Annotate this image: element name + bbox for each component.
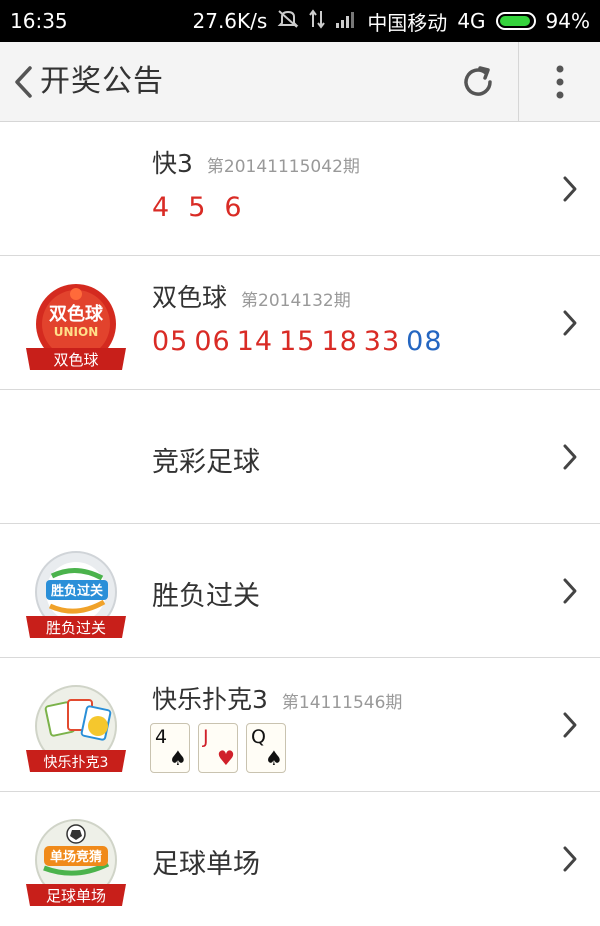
card-rank: J — [203, 726, 209, 748]
red-ball: 14 — [236, 326, 274, 357]
ssq-logo-icon: 双色球 UNION 双色球 — [26, 284, 126, 370]
sfgg-ribbon-text: 胜负过关 — [46, 619, 106, 637]
lottery-name: 双色球 第2014132期 — [152, 278, 351, 314]
red-ball: 05 — [152, 326, 189, 357]
lottery-row-klpk3[interactable]: 快乐扑克3 快乐扑克3 第14111546期 4 ♠ J ♥ Q ♠ — [0, 658, 600, 792]
chevron-right-icon — [563, 578, 577, 604]
data-transfer-icon — [309, 8, 326, 34]
refresh-button[interactable] — [452, 58, 504, 106]
status-bar: 16:35 27.6K/s 中国移动 4G 94% — [0, 0, 600, 42]
lottery-name-text: 快3 — [152, 149, 193, 178]
sfgg-logo-mark: 胜负过关 — [51, 583, 103, 599]
number-ball: 6 — [224, 192, 243, 223]
lottery-name: 快乐扑克3 第14111546期 — [152, 680, 402, 716]
lottery-name-text: 双色球 — [152, 283, 228, 312]
lottery-row-zqdc[interactable]: 单场竞猜 足球单场 足球单场 — [0, 792, 600, 926]
red-ball: 06 — [194, 326, 231, 357]
poker-card: 4 ♠ — [150, 723, 190, 773]
ssq-logo-text: 双色球 — [49, 303, 104, 325]
issue-number: 第14111546期 — [281, 693, 403, 713]
klpk3-ribbon-text: 快乐扑克3 — [44, 755, 109, 771]
battery-icon — [495, 12, 536, 30]
zqdc-logo-mark: 单场竞猜 — [50, 849, 102, 865]
lottery-name: 足球单场 — [152, 849, 260, 880]
signal-icon — [335, 10, 357, 33]
lottery-row-jczq[interactable]: 竞彩足球 — [0, 390, 600, 524]
blue-ball: 08 — [406, 326, 443, 357]
network-speed: 27.6K/s — [192, 9, 268, 33]
poker-cards: 4 ♠ J ♥ Q ♠ — [150, 723, 286, 773]
number-ball: 5 — [188, 192, 207, 223]
mute-icon — [277, 9, 299, 34]
zqdc-logo-icon: 单场竞猜 足球单场 — [26, 819, 126, 906]
issue-number: 第20141115042期 — [206, 157, 360, 177]
klpk3-logo-icon: 快乐扑克3 — [26, 685, 126, 772]
carrier-name: 中国移动 — [367, 10, 448, 35]
spade-icon: ♠ — [265, 746, 283, 770]
heart-icon: ♥ — [217, 746, 235, 770]
battery-percent: 94% — [545, 9, 590, 33]
back-button[interactable] — [10, 58, 38, 106]
poker-card: Q ♠ — [246, 723, 286, 773]
number-ball: 4 — [152, 192, 171, 223]
network-type: 4G — [457, 9, 486, 33]
lottery-name: 胜负过关 — [152, 581, 260, 612]
ssq-ribbon-text: 双色球 — [53, 351, 98, 369]
card-rank: 4 — [155, 726, 168, 748]
lottery-row-sfgg[interactable]: 胜负过关 胜负过关 胜负过关 — [0, 524, 600, 658]
zqdc-ribbon-text: 足球单场 — [46, 887, 106, 905]
chevron-right-icon — [563, 846, 577, 872]
battery-fill — [499, 16, 530, 26]
status-time: 16:35 — [10, 9, 68, 33]
lottery-list: 快3 第20141115042期 456 双色球 UNION 双色球 双色球 第20… — [0, 122, 600, 926]
spade-icon: ♠ — [169, 746, 187, 770]
ssq-logo-mark: UNION — [54, 325, 99, 339]
card-rank: Q — [251, 726, 266, 748]
sfgg-logo-icon: 胜负过关 胜负过关 — [26, 551, 126, 638]
chevron-right-icon — [563, 310, 577, 336]
lottery-row-k3[interactable]: 快3 第20141115042期 456 — [0, 122, 600, 256]
more-options-button[interactable] — [520, 42, 600, 122]
chevron-left-icon — [15, 66, 32, 98]
chevron-right-icon — [563, 176, 577, 202]
chevron-right-icon — [563, 444, 577, 470]
red-ball: 15 — [279, 326, 316, 357]
winning-numbers: 456 — [152, 192, 261, 223]
lottery-name: 竞彩足球 — [152, 447, 260, 478]
lottery-name-text: 快乐扑克3 — [152, 685, 268, 714]
winning-numbers: 05 06 14 15 18 33 08 — [152, 326, 449, 357]
refresh-icon — [464, 66, 492, 96]
lottery-name: 快3 第20141115042期 — [152, 144, 360, 180]
app-header: 开奖公告 — [0, 42, 600, 122]
lottery-row-ssq[interactable]: 双色球 UNION 双色球 双色球 第2014132期 05 06 14 15 18 33 0… — [0, 256, 600, 390]
more-vertical-icon — [556, 65, 564, 99]
poker-card: J ♥ — [198, 723, 238, 773]
issue-number: 第2014132期 — [241, 291, 351, 311]
header-divider — [518, 42, 519, 122]
status-indicators: 27.6K/s 中国移动 4G 94% — [192, 7, 590, 36]
red-ball: 18 — [321, 326, 358, 357]
red-ball: 33 — [363, 326, 401, 357]
page-title: 开奖公告 — [40, 64, 164, 99]
chevron-right-icon — [563, 712, 577, 738]
